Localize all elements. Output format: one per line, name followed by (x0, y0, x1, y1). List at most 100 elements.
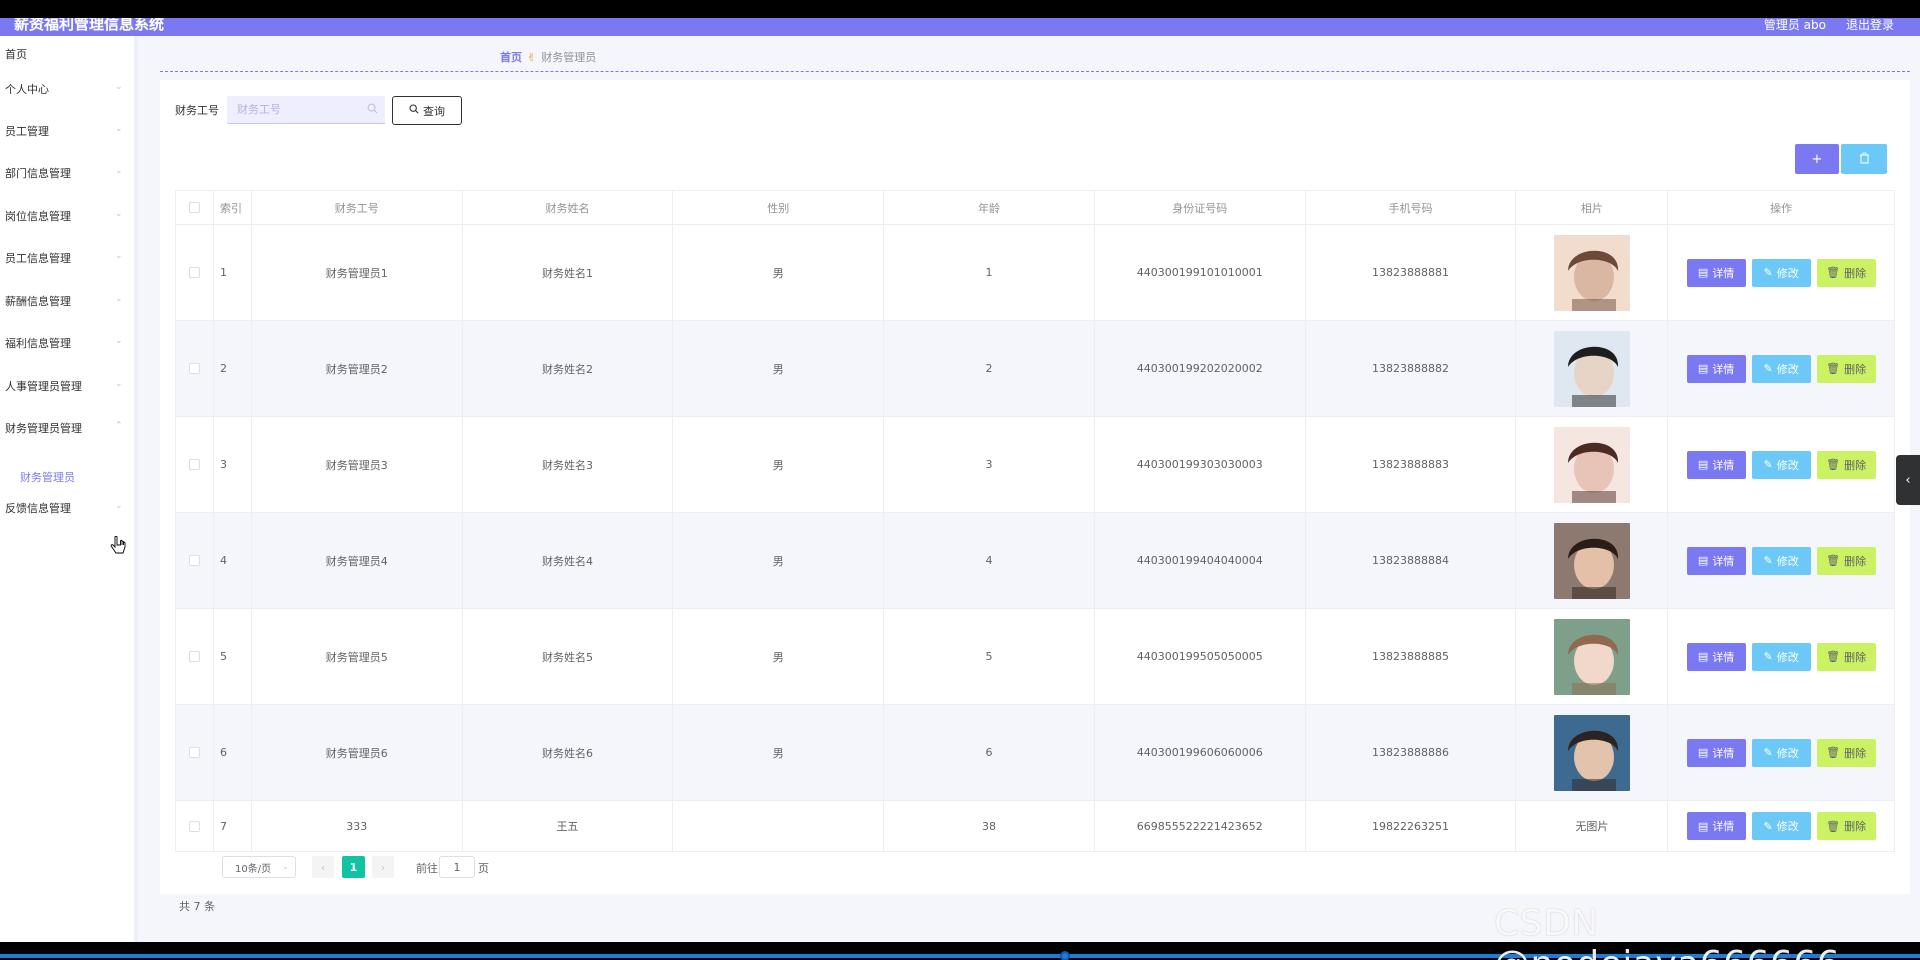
sidebar-item-salary[interactable]: 薪酬信息管理 ⌄ (5, 291, 125, 311)
sidebar-item-finance-admin[interactable]: 财务管理员管理 ⌃ (5, 418, 125, 438)
document-icon: ▤ (1697, 554, 1709, 567)
pencil-icon: ✎ (1763, 266, 1773, 279)
sidebar-subitem-finance-admin[interactable]: 财务管理员 (20, 469, 75, 485)
cell-phone: 13823888886 (1306, 705, 1517, 800)
detail-button[interactable]: ▤ 详情 (1686, 258, 1746, 287)
search-input[interactable] (227, 96, 357, 122)
column-header: 身份证号码 (1095, 191, 1306, 224)
cell-age: 38 (884, 801, 1095, 851)
delete-button[interactable]: 🗑 删除 (1816, 812, 1876, 840)
sidebar-item-personal-center[interactable]: 个人中心 ⌄ (5, 79, 125, 99)
sidebar-item-home[interactable]: 首页 (5, 44, 125, 64)
cell-index: 5 (214, 609, 252, 704)
page-size-select[interactable]: 10条/页 ⌄ (222, 856, 296, 878)
cell-age: 3 (884, 417, 1095, 512)
delete-button[interactable]: 🗑 删除 (1816, 642, 1876, 671)
cell-id-number: 440300199202020002 (1095, 321, 1306, 416)
sidebar-item-label: 个人中心 (5, 83, 49, 96)
chevron-down-icon: ⌄ (115, 82, 123, 92)
row-checkbox[interactable] (188, 747, 200, 758)
sidebar-item-position[interactable]: 岗位信息管理 ⌄ (5, 206, 125, 226)
cell-photo (1516, 609, 1669, 704)
page-size-value: 10条/页 (235, 863, 272, 875)
delete-button[interactable]: 🗑 删除 (1816, 258, 1876, 287)
delete-button[interactable]: 🗑 删除 (1816, 354, 1876, 383)
edit-button[interactable]: ✎ 修改 (1751, 642, 1811, 671)
row-checkbox[interactable] (188, 363, 200, 374)
chevron-right-icon: › (380, 860, 386, 874)
cell-gender: 男 (673, 321, 885, 416)
document-icon: ▤ (1697, 362, 1709, 375)
next-page-button[interactable]: › (372, 856, 394, 878)
goto-page-input[interactable] (439, 856, 475, 878)
app-title: 薪资福利管理信息系统 (14, 18, 165, 33)
delete-button[interactable]: 🗑 删除 (1816, 546, 1876, 575)
page-number-current[interactable]: 1 (342, 856, 365, 878)
trash-icon: 🗑 (1826, 819, 1841, 833)
edit-button[interactable]: ✎ 修改 (1751, 738, 1811, 767)
plus-icon: + (1811, 151, 1823, 167)
delete-button[interactable]: 🗑 删除 (1816, 738, 1876, 767)
cell-id-number: 669855522221423652 (1095, 801, 1306, 851)
search-icon (367, 103, 379, 115)
batch-delete-button[interactable] (1841, 144, 1887, 174)
prev-page-button[interactable]: ‹ (312, 856, 334, 878)
select-all-checkbox[interactable] (188, 202, 200, 213)
cell-index: 3 (214, 417, 252, 512)
delete-button[interactable]: 🗑 删除 (1816, 450, 1876, 479)
edit-button[interactable]: ✎ 修改 (1751, 812, 1811, 840)
sidebar-item-feedback[interactable]: 反馈信息管理 ⌄ (5, 498, 125, 518)
chevron-down-icon: ⌄ (115, 294, 123, 304)
sidebar-item-welfare[interactable]: 福利信息管理 ⌄ (5, 333, 125, 353)
query-button[interactable]: 查询 (392, 96, 462, 125)
chevron-down-icon: ⌄ (115, 124, 123, 134)
detail-button[interactable]: ▤ 详情 (1686, 642, 1746, 671)
detail-button-label: 详情 (1712, 362, 1735, 376)
detail-button[interactable]: ▤ 详情 (1686, 738, 1746, 767)
detail-button[interactable]: ▤ 详情 (1686, 546, 1746, 575)
sidebar-item-department[interactable]: 部门信息管理 ⌄ (5, 163, 125, 183)
delete-button-label: 删除 (1844, 650, 1867, 664)
cell-phone: 13823888883 (1306, 417, 1517, 512)
pencil-icon: ✎ (1763, 650, 1773, 663)
row-checkbox[interactable] (188, 820, 200, 832)
detail-button[interactable]: ▤ 详情 (1686, 450, 1746, 479)
document-icon: ▤ (1697, 650, 1709, 663)
cell-photo (1516, 417, 1669, 512)
edit-button[interactable]: ✎ 修改 (1751, 546, 1811, 575)
row-checkbox[interactable] (188, 267, 200, 278)
cell-age: 1 (884, 225, 1095, 320)
edit-button[interactable]: ✎ 修改 (1751, 450, 1811, 479)
detail-button[interactable]: ▤ 详情 (1686, 812, 1746, 840)
breadcrumb-current: 财务管理员 (541, 51, 597, 64)
header-select-all (176, 191, 214, 224)
logout-link[interactable]: 退出登录 (1846, 18, 1894, 33)
avatar-photo (1553, 234, 1630, 311)
detail-button[interactable]: ▤ 详情 (1686, 354, 1746, 383)
table-row: 6 财务管理员6 财务姓名6 男 6 440300199606060006 13823888… (176, 705, 1894, 801)
row-checkbox[interactable] (188, 555, 200, 566)
row-checkbox[interactable] (188, 459, 200, 470)
breadcrumb-home[interactable]: 首页 (500, 49, 522, 65)
cell-actions: ▤ 详情 ✎ 修改 🗑 删除 (1668, 225, 1894, 320)
cell-actions: ▤ 详情 ✎ 修改 🗑 删除 (1668, 513, 1894, 608)
cell-phone: 19822263251 (1306, 801, 1517, 851)
sidebar-item-label: 反馈信息管理 (5, 502, 71, 515)
main-content: 首页 ✌ 财务管理员 财务工号 查询 + 索引 财务工号 财务姓名 性别 (138, 36, 1920, 942)
breadcrumb: 首页 ✌ 财务管理员 (500, 49, 596, 65)
add-button[interactable]: + (1795, 144, 1839, 174)
delete-button-label: 删除 (1844, 746, 1867, 760)
cell-gender: 男 (673, 609, 885, 704)
sidebar-item-label: 首页 (5, 48, 27, 61)
edit-button[interactable]: ✎ 修改 (1751, 258, 1811, 287)
sidebar-item-employee-info[interactable]: 员工信息管理 ⌄ (5, 248, 125, 268)
sidebar-item-label: 福利信息管理 (5, 337, 71, 350)
avatar-photo (1553, 426, 1630, 503)
collapse-panel-tab[interactable]: ‹ (1896, 455, 1920, 505)
video-progress-handle[interactable] (1060, 951, 1070, 960)
edit-button[interactable]: ✎ 修改 (1751, 354, 1811, 383)
sidebar-item-staff[interactable]: 员工管理 ⌄ (5, 121, 125, 141)
sidebar-item-hr-admin[interactable]: 人事管理员管理 ⌄ (5, 376, 125, 396)
row-checkbox[interactable] (188, 651, 200, 662)
cell-phone: 13823888885 (1306, 609, 1517, 704)
